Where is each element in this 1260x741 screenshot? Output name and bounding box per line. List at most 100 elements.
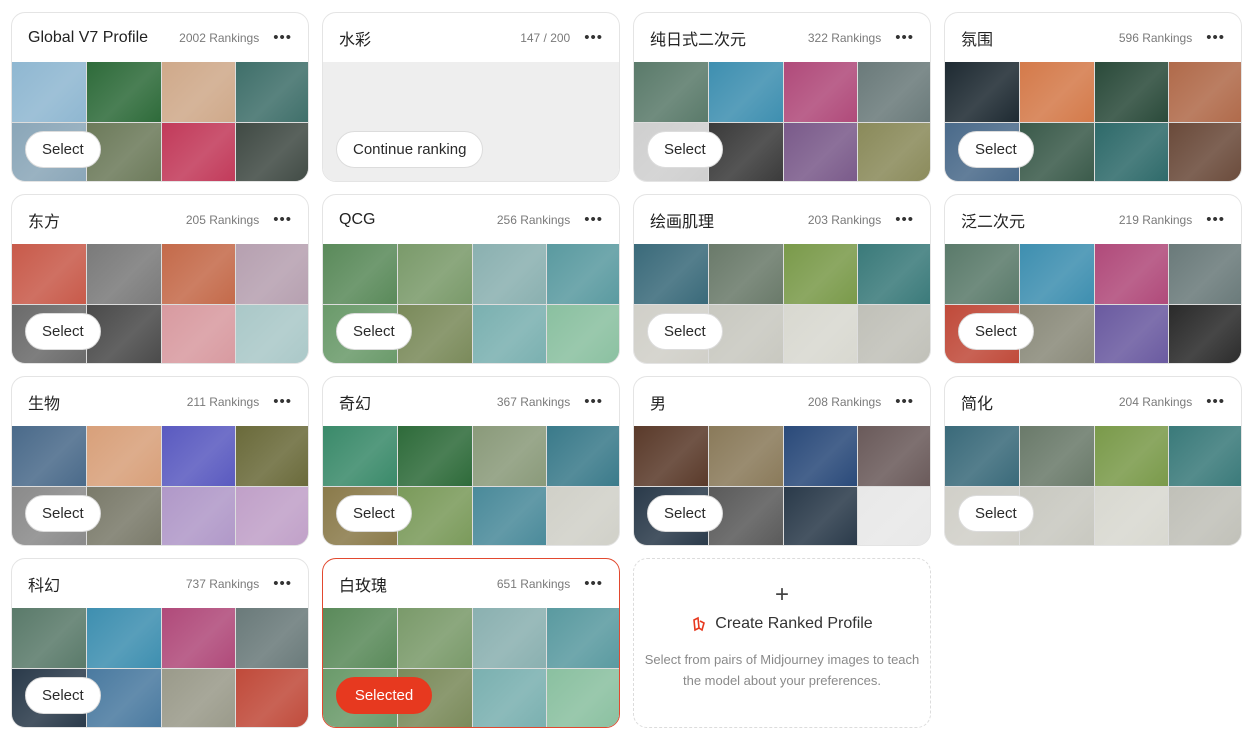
select-button[interactable]: Select <box>25 131 101 168</box>
thumbnail-image <box>323 426 397 486</box>
profile-card[interactable]: 泛二次元 219 Rankings ••• Select <box>944 194 1242 364</box>
select-button[interactable]: Select <box>25 313 101 350</box>
more-options-icon[interactable]: ••• <box>1206 30 1225 45</box>
selected-button[interactable]: Selected <box>336 677 432 714</box>
profile-card[interactable]: 氛围 596 Rankings ••• Select <box>944 12 1242 182</box>
profile-card[interactable]: 简化 204 Rankings ••• Select <box>944 376 1242 546</box>
continue-ranking-button[interactable]: Continue ranking <box>336 131 484 168</box>
thumbnail-image <box>1019 426 1094 486</box>
thumbnail-image <box>323 244 397 304</box>
thumbnail-image <box>236 244 308 304</box>
more-options-icon[interactable]: ••• <box>895 30 914 45</box>
ranking-count: 204 Rankings <box>1118 394 1193 409</box>
thumbnail-image <box>1094 487 1169 545</box>
thumbnail-image <box>858 123 930 181</box>
select-button[interactable]: Select <box>25 677 101 714</box>
more-options-icon[interactable]: ••• <box>1206 394 1225 409</box>
thumbnail-image <box>858 244 930 304</box>
profile-card-header: 东方 205 Rankings ••• <box>12 195 308 244</box>
thumbnail-image <box>708 244 783 304</box>
more-options-icon[interactable]: ••• <box>584 394 603 409</box>
profile-card[interactable]: 生物 211 Rankings ••• Select <box>11 376 309 546</box>
select-button[interactable]: Select <box>958 131 1034 168</box>
thumbnail-image <box>1019 244 1094 304</box>
thumbnail-image <box>12 426 86 486</box>
select-button[interactable]: Select <box>336 313 412 350</box>
profile-title: Global V7 Profile <box>28 28 149 46</box>
profile-card[interactable]: 奇幻 367 Rankings ••• Select <box>322 376 620 546</box>
thumbnail-image <box>783 487 858 545</box>
create-ranked-profile-card[interactable]: + Create Ranked Profile Select from pair… <box>633 558 931 728</box>
profile-title: 奇幻 <box>339 395 372 413</box>
thumbnail-image <box>783 244 858 304</box>
thumbnail-image <box>397 244 472 304</box>
thumbnail-image <box>945 62 1019 122</box>
profile-card[interactable]: 纯日式二次元 322 Rankings ••• Select <box>633 12 931 182</box>
ranking-count: 651 Rankings <box>496 576 571 591</box>
thumbnail-image <box>1169 426 1241 486</box>
more-options-icon[interactable]: ••• <box>895 394 914 409</box>
more-options-icon[interactable]: ••• <box>273 576 292 591</box>
more-options-icon[interactable]: ••• <box>895 212 914 227</box>
select-button[interactable]: Select <box>958 313 1034 350</box>
thumbnail-image <box>1169 62 1241 122</box>
profile-card[interactable]: 白玫瑰 651 Rankings ••• Selected <box>322 558 620 728</box>
profile-title: 白玫瑰 <box>339 577 388 595</box>
thumbnail-image <box>634 62 708 122</box>
thumbnail-image <box>1094 305 1169 363</box>
ranking-count: 208 Rankings <box>807 394 882 409</box>
thumbnail-image <box>161 123 236 181</box>
select-button[interactable]: Select <box>25 495 101 532</box>
more-options-icon[interactable]: ••• <box>584 576 603 591</box>
thumbnail-image <box>472 608 547 668</box>
profile-card-header: 男 208 Rankings ••• <box>634 377 930 426</box>
profile-card-header: 科幻 737 Rankings ••• <box>12 559 308 608</box>
thumbnail-image <box>472 426 547 486</box>
profile-card-header: 水彩 147 / 200 ••• <box>323 13 619 62</box>
thumbnail-image <box>945 244 1019 304</box>
ranking-count: 322 Rankings <box>807 30 882 45</box>
profile-card-header: 奇幻 367 Rankings ••• <box>323 377 619 426</box>
thumbnail-image <box>323 608 397 668</box>
profile-card[interactable]: 绘画肌理 203 Rankings ••• Select <box>633 194 931 364</box>
profile-card[interactable]: Global V7 Profile 2002 Rankings ••• Select <box>11 12 309 182</box>
thumbnail-image <box>236 426 308 486</box>
thumbnail-image <box>634 426 708 486</box>
thumbnail-image <box>86 426 161 486</box>
thumbnail-image <box>161 487 236 545</box>
thumbnail-image <box>1094 244 1169 304</box>
ranking-count: 596 Rankings <box>1118 30 1193 45</box>
profile-card[interactable]: 科幻 737 Rankings ••• Select <box>11 558 309 728</box>
select-button[interactable]: Select <box>647 131 723 168</box>
thumbnail-image <box>472 305 547 363</box>
thumbnail-image <box>472 669 547 727</box>
ranking-count: 203 Rankings <box>807 212 882 227</box>
thumbnail-image <box>783 305 858 363</box>
profile-card[interactable]: 男 208 Rankings ••• Select <box>633 376 931 546</box>
select-button[interactable]: Select <box>958 495 1034 532</box>
more-options-icon[interactable]: ••• <box>584 30 603 45</box>
profile-card[interactable]: 东方 205 Rankings ••• Select <box>11 194 309 364</box>
more-options-icon[interactable]: ••• <box>273 394 292 409</box>
profile-card-header: 泛二次元 219 Rankings ••• <box>945 195 1241 244</box>
thumbnail-image <box>12 608 86 668</box>
thumbnail-image <box>1094 426 1169 486</box>
profile-card[interactable]: 水彩 147 / 200 ••• Continue ranking <box>322 12 620 182</box>
create-title-row: Create Ranked Profile <box>634 615 930 633</box>
more-options-icon[interactable]: ••• <box>584 212 603 227</box>
select-button[interactable]: Select <box>336 495 412 532</box>
thumbnail-image <box>1169 123 1241 181</box>
select-button[interactable]: Select <box>647 313 723 350</box>
select-button[interactable]: Select <box>647 495 723 532</box>
thumbnail-image <box>236 608 308 668</box>
more-options-icon[interactable]: ••• <box>273 30 292 45</box>
profile-title: 男 <box>650 395 667 413</box>
more-options-icon[interactable]: ••• <box>1206 212 1225 227</box>
profile-card[interactable]: QCG 256 Rankings ••• Select <box>322 194 620 364</box>
more-options-icon[interactable]: ••• <box>273 212 292 227</box>
thumbnail-image <box>858 62 930 122</box>
thumbnail-image <box>547 305 619 363</box>
thumbnail-image <box>1019 62 1094 122</box>
thumbnail-image <box>472 244 547 304</box>
thumbnail-image <box>858 305 930 363</box>
